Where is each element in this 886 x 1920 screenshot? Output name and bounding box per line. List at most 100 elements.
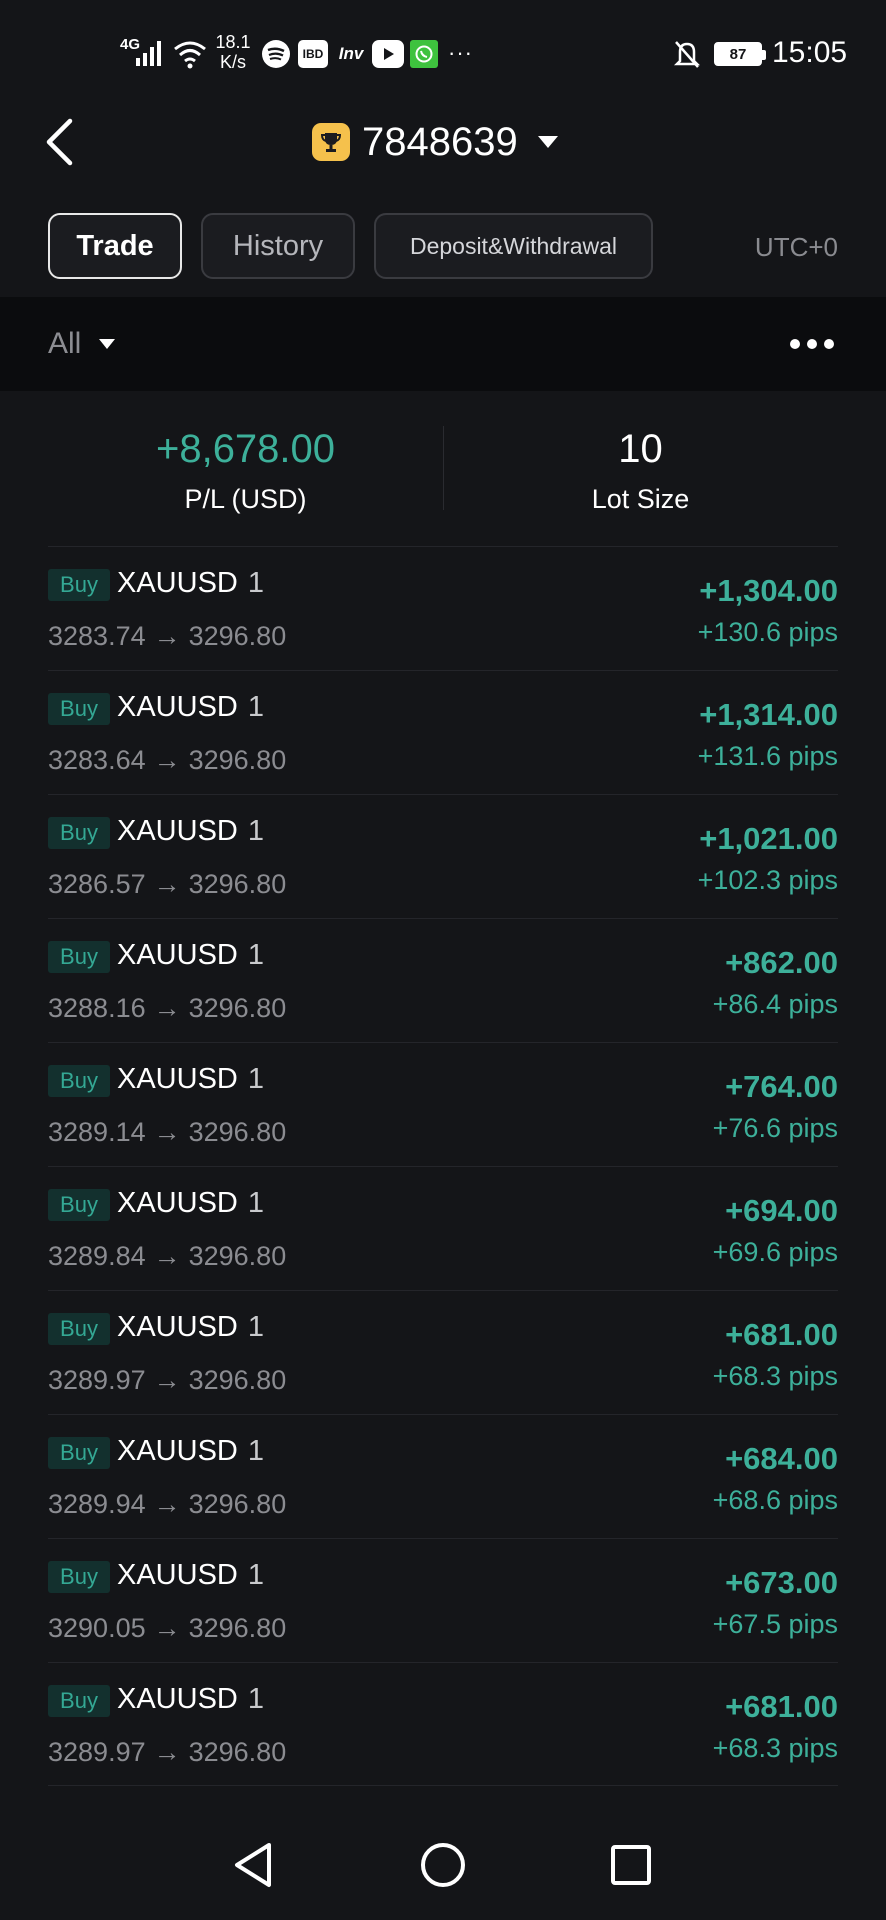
close-price: 3296.80 bbox=[188, 1613, 287, 1643]
side-badge: Buy bbox=[48, 693, 110, 725]
order-profit: +764.00 bbox=[725, 1069, 838, 1104]
square-recents-icon bbox=[611, 1845, 651, 1885]
price-range: 3283.74 → 3296.80 bbox=[48, 621, 286, 652]
order-lot: 1 bbox=[247, 815, 264, 847]
price-range: 3289.84 → 3296.80 bbox=[48, 1241, 286, 1272]
price-range: 3289.14 → 3296.80 bbox=[48, 1117, 286, 1148]
youtube-icon bbox=[372, 40, 404, 68]
filter-dropdown[interactable]: All bbox=[48, 323, 116, 365]
battery-icon: 87 bbox=[714, 42, 766, 66]
order-pips: +86.4 pips bbox=[712, 989, 838, 1019]
filter-bar: All bbox=[0, 297, 886, 391]
order-list: Buy XAUUSD 1 3283.74 → 3296.80 +1,304.00 +130.6… bbox=[48, 546, 838, 1786]
order-lot: 1 bbox=[247, 691, 264, 723]
clock: 15:05 bbox=[772, 36, 848, 69]
order-symbol: XAUUSD bbox=[117, 1435, 238, 1467]
order-symbol: XAUUSD bbox=[117, 1063, 238, 1095]
side-badge: Buy bbox=[48, 569, 110, 601]
open-price: 3283.64 bbox=[48, 745, 146, 775]
close-price: 3296.80 bbox=[188, 621, 287, 651]
pl-summary: +8,678.00 P/L (USD) 10 Lot Size bbox=[48, 420, 838, 546]
order-pips: +69.6 pips bbox=[712, 1237, 838, 1267]
price-range: 3290.05 → 3296.80 bbox=[48, 1613, 286, 1644]
close-price: 3296.80 bbox=[188, 1737, 287, 1767]
close-price: 3296.80 bbox=[188, 993, 287, 1023]
close-price: 3296.80 bbox=[188, 1365, 287, 1395]
trophy-icon bbox=[312, 123, 350, 161]
wifi-icon bbox=[173, 38, 207, 70]
side-badge: Buy bbox=[48, 1437, 110, 1469]
tab-history[interactable]: History bbox=[201, 213, 355, 279]
arrow-right-icon: → bbox=[153, 621, 181, 651]
more-notifications-icon: ··· bbox=[448, 40, 473, 65]
open-price: 3289.94 bbox=[48, 1489, 146, 1519]
order-symbol: XAUUSD bbox=[117, 691, 238, 723]
network-speed: 18.1 K/s bbox=[212, 32, 254, 72]
nav-home-button[interactable] bbox=[408, 1830, 478, 1900]
order-symbol: XAUUSD bbox=[117, 939, 238, 971]
more-dots-icon bbox=[790, 339, 800, 349]
arrow-right-icon: → bbox=[153, 1241, 181, 1271]
order-row[interactable]: Buy XAUUSD 1 3289.97 → 3296.80 +681.00 +68.3 pi… bbox=[48, 1662, 838, 1786]
price-range: 3289.97 → 3296.80 bbox=[48, 1737, 286, 1768]
account-selector[interactable]: 7848639 bbox=[312, 112, 558, 172]
more-options-button[interactable] bbox=[790, 323, 834, 365]
tab-deposit-withdrawal[interactable]: Deposit&Withdrawal bbox=[374, 213, 653, 279]
order-row[interactable]: Buy XAUUSD 1 3289.14 → 3296.80 +764.00 +76.6 pi… bbox=[48, 1042, 838, 1166]
order-profit: +1,021.00 bbox=[699, 821, 838, 856]
order-pips: +68.3 pips bbox=[712, 1361, 838, 1391]
order-row[interactable]: Buy XAUUSD 1 3288.16 → 3296.80 +862.00 +86.4 pi… bbox=[48, 918, 838, 1042]
open-price: 3290.05 bbox=[48, 1613, 146, 1643]
order-row[interactable]: Buy XAUUSD 1 3289.97 → 3296.80 +681.00 +68.3 pi… bbox=[48, 1290, 838, 1414]
investing-icon: Inv bbox=[338, 44, 364, 63]
tab-trade[interactable]: Trade bbox=[48, 213, 182, 279]
lot-size-value: 10 bbox=[618, 427, 663, 471]
order-profit: +1,304.00 bbox=[699, 573, 838, 608]
status-bar: 4G 18.1 K/s IBD Inv ··· 87 15:05 bbox=[0, 0, 886, 104]
order-row[interactable]: Buy XAUUSD 1 3283.64 → 3296.80 +1,314.00 +131.6… bbox=[48, 670, 838, 794]
order-symbol: XAUUSD bbox=[117, 1187, 238, 1219]
order-symbol-line: XAUUSD 1 bbox=[117, 1683, 264, 1716]
price-range: 3283.64 → 3296.80 bbox=[48, 745, 286, 776]
close-price: 3296.80 bbox=[188, 745, 287, 775]
more-dots-icon bbox=[824, 339, 834, 349]
order-pips: +130.6 pips bbox=[697, 617, 838, 647]
speed-unit: K/s bbox=[219, 52, 246, 72]
nav-recents-button[interactable] bbox=[596, 1830, 666, 1900]
order-symbol-line: XAUUSD 1 bbox=[117, 1187, 264, 1220]
order-profit: +1,314.00 bbox=[699, 697, 838, 732]
timezone-label: UTC+0 bbox=[754, 232, 838, 262]
order-row[interactable]: Buy XAUUSD 1 3286.57 → 3296.80 +1,021.00 +102.3… bbox=[48, 794, 838, 918]
order-pips: +131.6 pips bbox=[697, 741, 838, 771]
order-lot: 1 bbox=[247, 1187, 264, 1219]
order-lot: 1 bbox=[247, 1063, 264, 1095]
order-lot: 1 bbox=[247, 567, 264, 599]
arrow-right-icon: → bbox=[153, 1365, 181, 1395]
order-row[interactable]: Buy XAUUSD 1 3283.74 → 3296.80 +1,304.00 +130.6… bbox=[48, 546, 838, 670]
side-badge: Buy bbox=[48, 1189, 110, 1221]
back-button[interactable] bbox=[44, 112, 84, 172]
open-price: 3286.57 bbox=[48, 869, 146, 899]
order-lot: 1 bbox=[247, 1683, 264, 1715]
order-profit: +681.00 bbox=[725, 1317, 838, 1352]
arrow-right-icon: → bbox=[153, 993, 181, 1023]
price-range: 3288.16 → 3296.80 bbox=[48, 993, 286, 1024]
order-symbol: XAUUSD bbox=[117, 815, 238, 847]
order-symbol: XAUUSD bbox=[117, 1683, 238, 1715]
pl-summary-column: +8,678.00 P/L (USD) bbox=[48, 420, 443, 515]
order-row[interactable]: Buy XAUUSD 1 3289.84 → 3296.80 +694.00 +69.6 pi… bbox=[48, 1166, 838, 1290]
order-row[interactable]: Buy XAUUSD 1 3290.05 → 3296.80 +673.00 +67.5 pi… bbox=[48, 1538, 838, 1662]
order-pips: +102.3 pips bbox=[697, 865, 838, 895]
order-row[interactable]: Buy XAUUSD 1 3289.94 → 3296.80 +684.00 +68.6 pi… bbox=[48, 1414, 838, 1538]
chevron-left-icon bbox=[46, 118, 73, 166]
triangle-back-icon bbox=[235, 1843, 271, 1887]
order-symbol-line: XAUUSD 1 bbox=[117, 691, 264, 724]
ibd-icon: IBD bbox=[298, 40, 328, 68]
nav-back-button[interactable] bbox=[218, 1830, 288, 1900]
order-symbol-line: XAUUSD 1 bbox=[117, 1063, 264, 1096]
whatsapp-icon bbox=[410, 40, 438, 68]
spotify-icon bbox=[262, 40, 290, 68]
close-price: 3296.80 bbox=[188, 1241, 287, 1271]
open-price: 3288.16 bbox=[48, 993, 146, 1023]
order-symbol-line: XAUUSD 1 bbox=[117, 815, 264, 848]
